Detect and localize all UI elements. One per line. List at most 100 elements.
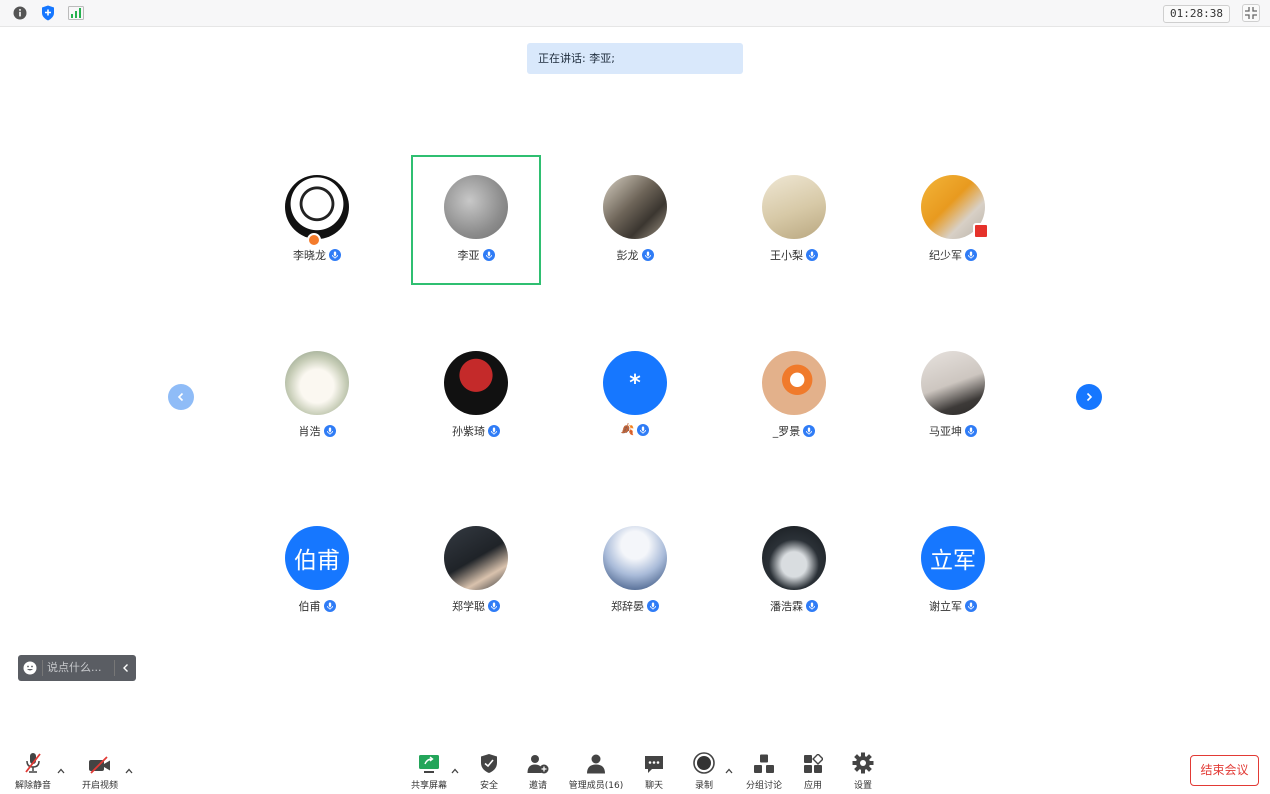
participant-name-line: 潘浩霖 <box>729 598 859 614</box>
participant-name-line: 谢立军 <box>888 598 1018 614</box>
prev-page-button[interactable] <box>168 384 194 410</box>
signal-icon[interactable] <box>68 5 84 21</box>
participant-name-line: 伯甫 <box>252 598 382 614</box>
avatar <box>921 351 985 415</box>
avatar <box>603 175 667 239</box>
host-badge-icon <box>307 233 321 247</box>
mic-status-icon <box>647 600 659 612</box>
participant-tile[interactable]: 立军 谢立军 <box>888 506 1018 636</box>
settings-label: 设置 <box>853 781 872 791</box>
participant-name: 纪少军 <box>929 249 962 262</box>
participant-tile[interactable]: 彭龙 <box>570 155 700 285</box>
participant-name: _罗景 <box>772 425 801 438</box>
meeting-timer: 01:28:38 <box>1163 5 1230 23</box>
participant-name-line: 王小梨 <box>729 247 859 263</box>
mic-status-icon <box>488 600 500 612</box>
avatar: 立军 <box>921 526 985 590</box>
next-page-button[interactable] <box>1076 384 1102 410</box>
avatar <box>285 175 349 239</box>
participant-tile[interactable]: 郑学聪 <box>411 506 541 636</box>
participant-tile[interactable]: 李亚 <box>411 155 541 285</box>
participant-name: 李晓龙 <box>293 249 326 262</box>
apps-label: 应用 <box>803 781 822 791</box>
mic-status-icon <box>965 425 977 437</box>
participant-name-line: 纪少军 <box>888 247 1018 263</box>
record-icon <box>693 752 715 774</box>
apps-grid-icon <box>803 752 823 774</box>
chevron-left-icon <box>122 664 128 672</box>
chevron-right-icon <box>1086 392 1093 402</box>
share-screen-icon <box>418 752 440 774</box>
record-label: 录制 <box>694 781 713 791</box>
top-bar: 01:28:38 <box>0 0 1270 27</box>
shield-icon[interactable] <box>40 5 56 21</box>
add-user-icon <box>527 752 549 774</box>
participant-name-line: 郑辞晏 <box>570 598 700 614</box>
meeting-window: 01:28:38 正在讲话: 李亚; 李晓龙 李亚 彭龙 王小梨 纪少军 肖浩 孙紫琦 * 🍂 _… <box>0 0 1270 794</box>
participant-tile[interactable]: 肖浩 <box>252 331 382 461</box>
participant-name: 马亚坤 <box>929 425 962 438</box>
participant-name-line: 马亚坤 <box>888 423 1018 439</box>
participant-name: 彭龙 <box>616 249 639 262</box>
mic-muted-icon <box>23 752 43 774</box>
video-options-caret-icon[interactable] <box>124 766 134 776</box>
avatar <box>762 526 826 590</box>
mic-status-icon <box>806 249 818 261</box>
mic-status-icon <box>329 249 341 261</box>
participant-tile[interactable]: 潘浩霖 <box>729 506 859 636</box>
avatar-initials: 伯甫 <box>294 548 340 574</box>
participant-tile[interactable]: _罗景 <box>729 331 859 461</box>
avatar-initials: 立军 <box>930 548 976 574</box>
avatar <box>285 351 349 415</box>
mic-status-icon <box>637 423 650 436</box>
participant-tile[interactable]: * 🍂 <box>570 331 700 461</box>
participant-name-line: 彭龙 <box>570 247 700 263</box>
participant-name-line: _罗景 <box>729 423 859 439</box>
video-off-icon <box>88 752 112 774</box>
exit-fullscreen-button[interactable] <box>1242 4 1260 22</box>
participant-name-line: 郑学聪 <box>411 598 541 614</box>
mic-status-icon <box>323 600 336 612</box>
participant-tile[interactable]: 伯甫 伯甫 <box>252 506 382 636</box>
participant-name: 李亚 <box>457 249 480 262</box>
avatar <box>762 175 826 239</box>
participant-name: 郑辞晏 <box>611 600 644 613</box>
unmute-label: 解除静音 <box>14 781 51 791</box>
participant-name: 王小梨 <box>770 249 803 262</box>
flag-badge-icon <box>973 223 989 239</box>
participant-tile[interactable]: 纪少军 <box>888 155 1018 285</box>
mic-status-icon <box>965 249 977 261</box>
settings-button[interactable]: 设置 <box>831 752 895 791</box>
emoji-icon[interactable] <box>18 661 42 675</box>
avatar-initials: * <box>629 370 641 396</box>
participant-tile[interactable]: 孙紫琦 <box>411 331 541 461</box>
mic-status-icon <box>482 249 495 261</box>
participant-tile[interactable]: 王小梨 <box>729 155 859 285</box>
breakout-rooms-label: 分组讨论 <box>745 781 782 791</box>
participant-name: 伯甫 <box>298 600 321 613</box>
exit-fullscreen-icon <box>1245 7 1257 19</box>
mic-status-icon <box>641 249 654 261</box>
participant-tile[interactable]: 郑辞晏 <box>570 506 700 636</box>
collapse-chat-button[interactable] <box>114 660 136 676</box>
mic-status-icon <box>806 600 818 612</box>
participant-name-line: 🍂 <box>570 423 700 436</box>
manage-members-button[interactable]: 管理成员(16) <box>564 752 628 791</box>
end-meeting-button[interactable]: 结束会议 <box>1190 755 1259 786</box>
start-video-button[interactable]: 开启视频 <box>68 752 132 791</box>
security-shield-icon <box>480 752 498 774</box>
participant-name: 潘浩霖 <box>770 600 803 613</box>
info-icon[interactable] <box>12 5 28 21</box>
share-screen-label: 共享屏幕 <box>410 781 447 791</box>
participant-name-line: 孙紫琦 <box>411 423 541 439</box>
mic-status-icon <box>323 425 336 437</box>
chat-input-box[interactable]: 说点什么... <box>18 655 136 681</box>
chat-bubble-icon <box>644 752 664 774</box>
participant-tile[interactable]: 李晓龙 <box>252 155 382 285</box>
chat-placeholder[interactable]: 说点什么... <box>42 660 114 676</box>
invite-button[interactable]: 邀请 <box>506 752 570 791</box>
participant-tile[interactable]: 马亚坤 <box>888 331 1018 461</box>
avatar: 伯甫 <box>285 526 349 590</box>
avatar <box>444 351 508 415</box>
audio-options-caret-icon[interactable] <box>56 766 66 776</box>
